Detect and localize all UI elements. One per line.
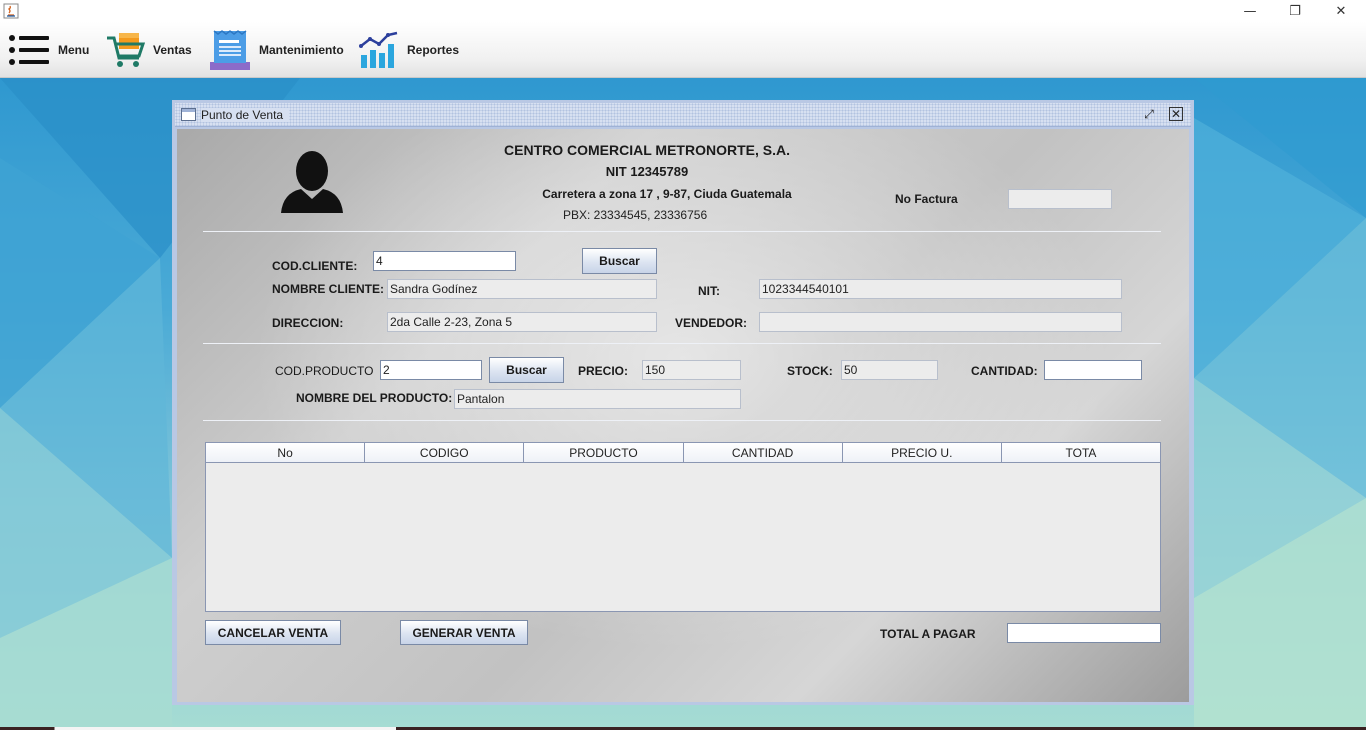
product-name-field[interactable]: Pantalon: [454, 389, 741, 409]
search-client-button[interactable]: Buscar: [582, 248, 657, 274]
minimize-button[interactable]: —: [1227, 0, 1273, 22]
column-header-cantidad[interactable]: CANTIDAD: [684, 443, 843, 462]
menu-item-menu-label: Menu: [58, 42, 90, 57]
seller-field[interactable]: [759, 312, 1122, 332]
shopping-cart-icon: [107, 32, 145, 67]
total-field[interactable]: [1007, 623, 1161, 643]
company-address: Carretera a zona 17 , 9-87, Ciuda Guatem…: [542, 187, 792, 201]
client-name-field[interactable]: Sandra Godínez: [387, 279, 657, 299]
window-title-bar[interactable]: Punto de Venta ⤢ ✕: [175, 103, 1191, 127]
menu-item-mantenimiento-label: Mantenimiento: [259, 42, 344, 57]
client-nit-field[interactable]: 1023344540101: [759, 279, 1122, 299]
punto-de-venta-window: Punto de Venta ⤢ ✕ CENTRO COMERCIAL METR…: [172, 100, 1194, 705]
price-label: PRECIO:: [578, 364, 629, 378]
menu-item-ventas-label: Ventas: [153, 42, 192, 57]
invoice-number-field[interactable]: [1008, 189, 1112, 209]
sales-form: CENTRO COMERCIAL METRONORTE, S.A. NIT 12…: [177, 129, 1189, 702]
close-window-icon[interactable]: ✕: [1169, 107, 1183, 121]
window-title: Punto de Venta: [201, 108, 290, 122]
company-nit: NIT 12345789: [605, 164, 689, 179]
separator: [203, 343, 1161, 344]
column-header-precio[interactable]: PRECIO U.: [843, 443, 1002, 462]
client-code-input[interactable]: 4: [373, 251, 516, 271]
java-app-icon: [3, 3, 19, 19]
cancel-sale-button[interactable]: CANCELAR VENTA: [205, 620, 341, 645]
column-header-no[interactable]: No: [206, 443, 366, 462]
window-icon: [181, 108, 196, 121]
quantity-label: CANTIDAD:: [971, 364, 1038, 378]
separator: [203, 231, 1161, 232]
seller-label: VENDEDOR:: [675, 316, 748, 330]
product-name-label: NOMBRE DEL PRODUCTO:: [296, 391, 453, 405]
column-header-total[interactable]: TOTA: [1002, 443, 1160, 462]
line-chart-icon: [359, 31, 398, 68]
menu-item-mantenimiento[interactable]: Mantenimiento: [209, 22, 344, 77]
quantity-input[interactable]: [1044, 360, 1142, 380]
company-name: CENTRO COMERCIAL METRONORTE, S.A.: [504, 142, 790, 158]
column-header-codigo[interactable]: CODIGO: [365, 443, 525, 462]
app-title-bar: — ❐ ✕: [0, 0, 1366, 22]
menu-item-reportes[interactable]: Reportes: [359, 22, 459, 77]
client-code-label: COD.CLIENTE:: [272, 259, 358, 273]
menu-item-menu[interactable]: Menu: [8, 22, 89, 77]
client-nit-label: NIT:: [698, 284, 720, 298]
search-product-button[interactable]: Buscar: [489, 357, 564, 383]
menu-bar: Menu Ventas Mantenimiento Reportes: [0, 22, 1366, 78]
restore-window-icon[interactable]: ⤢: [1141, 107, 1157, 123]
product-code-label: COD.PRODUCTO: [275, 364, 374, 378]
column-header-producto[interactable]: PRODUCTO: [524, 443, 684, 462]
company-phone: PBX: 23334545, 23336756: [563, 208, 708, 222]
price-field[interactable]: 150: [642, 360, 741, 380]
separator: [203, 420, 1161, 421]
document-icon: [210, 29, 250, 70]
menu-item-ventas[interactable]: Ventas: [105, 22, 192, 77]
client-address-field[interactable]: 2da Calle 2-23, Zona 5: [387, 312, 657, 332]
product-code-input[interactable]: 2: [380, 360, 482, 380]
invoice-label: No Factura: [895, 192, 958, 206]
hamburger-menu-icon: [9, 34, 49, 65]
total-label: TOTAL A PAGAR: [880, 627, 976, 641]
stock-label: STOCK:: [787, 364, 833, 378]
user-avatar-icon: [281, 151, 343, 213]
table-header-row: No CODIGO PRODUCTO CANTIDAD PRECIO U. TO…: [206, 443, 1160, 463]
restore-button[interactable]: ❐: [1272, 0, 1318, 22]
stock-field[interactable]: 50: [841, 360, 938, 380]
menu-item-reportes-label: Reportes: [407, 42, 460, 57]
generate-sale-button[interactable]: GENERAR VENTA: [400, 620, 528, 645]
close-button[interactable]: ✕: [1318, 0, 1364, 22]
client-address-label: DIRECCION:: [272, 316, 344, 330]
sales-table[interactable]: No CODIGO PRODUCTO CANTIDAD PRECIO U. TO…: [205, 442, 1161, 612]
client-name-label: NOMBRE CLIENTE:: [272, 282, 384, 296]
